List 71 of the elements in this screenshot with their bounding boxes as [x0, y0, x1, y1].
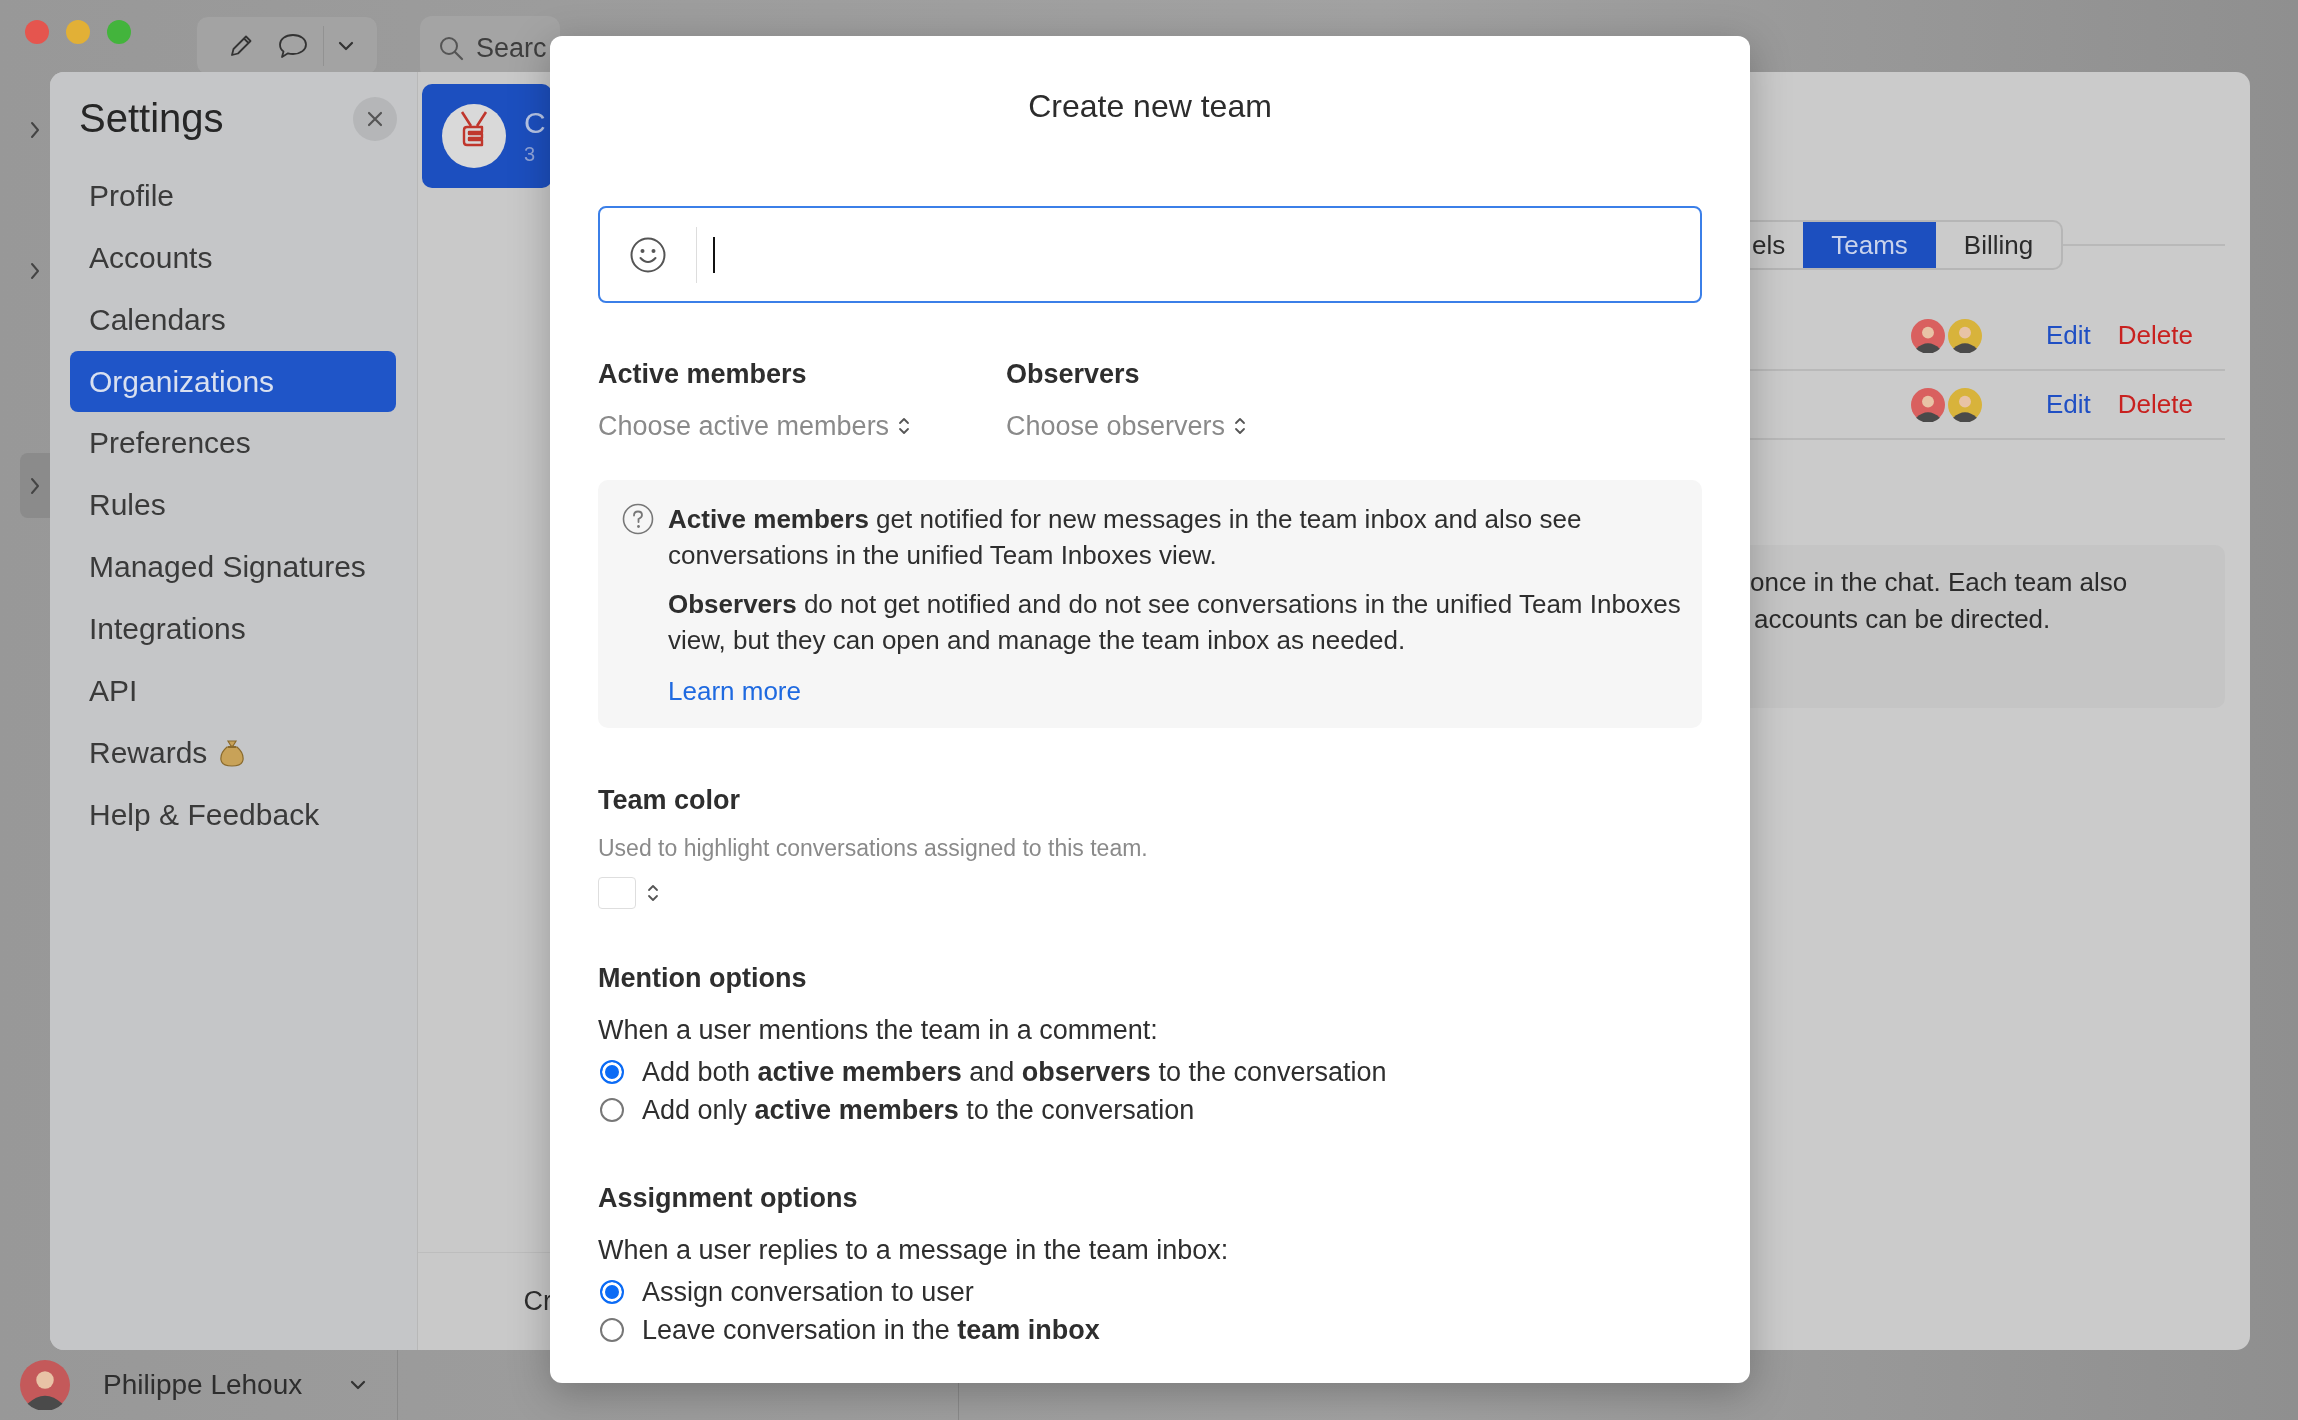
color-picker[interactable] [598, 877, 660, 909]
delete-link[interactable]: Delete [2117, 320, 2193, 351]
info-text: Active members get notified for new messages in the team inbox and also see conversations in the unified Team Inboxes view. [668, 503, 1583, 572]
settings-menu-item[interactable]: Rules [70, 474, 396, 536]
tab[interactable]: Teams [1803, 222, 1936, 268]
section-label: Observers [1006, 358, 1141, 391]
radio-button[interactable] [600, 1318, 624, 1342]
avatar [1911, 387, 1946, 422]
color-swatch [598, 877, 636, 909]
note-text: once in the chat. Each team also [1750, 566, 2129, 599]
note-text: accounts can be directed. [1753, 603, 2052, 636]
settings-menu-item[interactable]: Profile [70, 165, 396, 227]
dialog-title: Create new team [1027, 87, 1273, 126]
card-subtitle: 3 [524, 142, 537, 167]
info-text: Observers do not get notified and do not see conversations in the unified Team Inboxes view, but they can open and manage the team inbox as needed. [668, 588, 1682, 657]
radio-button[interactable] [600, 1060, 624, 1084]
chevron-right-icon [29, 475, 41, 496]
user-name: Philippe Lehoux [103, 1369, 303, 1401]
up-down-chevron-icon [1233, 416, 1248, 436]
close-button[interactable] [353, 96, 397, 141]
settings-menu-item[interactable]: Managed Signatures [70, 536, 396, 598]
settings-menu-item[interactable]: Help & Feedback [70, 784, 396, 846]
section-label: Assignment options [598, 1182, 859, 1215]
section-description: Used to highlight conversations assigned to this team. [598, 834, 1149, 863]
name-field[interactable] [598, 206, 1702, 303]
option-label: Leave conversation in the team inbox [642, 1314, 1100, 1347]
section-label: Active members [598, 358, 808, 391]
avatar [20, 1360, 70, 1410]
member-dropdown[interactable]: Choose observers [1006, 408, 1248, 444]
up-down-chevron-icon [646, 883, 660, 903]
smiley-icon [629, 235, 667, 274]
settings-menu-item[interactable]: Accounts [70, 227, 396, 289]
settings-menu-item[interactable]: Integrations [70, 598, 396, 660]
close-icon [366, 109, 384, 128]
list-card[interactable]: C 3 [422, 84, 552, 188]
emoji-button[interactable] [629, 235, 667, 274]
option-label: Assign conversation to user [642, 1276, 974, 1309]
delete-link[interactable]: Delete [2117, 389, 2193, 420]
radio-button[interactable] [600, 1098, 624, 1122]
option-label: Add only active members to the conversation [642, 1094, 1195, 1127]
tab[interactable]: els [1750, 222, 1804, 268]
avatar [1948, 387, 1983, 422]
search-icon [438, 35, 464, 61]
settings-title: Settings [79, 96, 224, 141]
section-prompt: When a user mentions the team in a comment: [598, 1014, 1159, 1047]
edit-link[interactable]: Edit [2046, 389, 2091, 420]
option-label: Add both active members and observers to the conversation [642, 1056, 1387, 1089]
settings-menu-item[interactable]: Preferences [70, 412, 396, 474]
settings-menu-item[interactable]: Organizations [70, 351, 396, 412]
member-dropdown[interactable]: Choose active members [598, 408, 912, 444]
text-cursor [713, 236, 715, 273]
up-down-chevron-icon [897, 416, 912, 436]
help-icon [622, 503, 654, 535]
section-prompt: When a user replies to a message in the team inbox: [598, 1234, 1230, 1267]
tab[interactable]: Billing [1935, 222, 2062, 268]
card-title: C [524, 105, 546, 141]
section-label: Mention options [598, 962, 808, 995]
chevron-right-icon [29, 120, 41, 140]
chevron-right-icon [29, 261, 41, 281]
badge-icon [442, 104, 506, 168]
settings-menu-item[interactable]: Rewards [70, 722, 396, 784]
settings-menu-item[interactable]: Calendars [70, 289, 396, 351]
avatar [1911, 318, 1946, 353]
learn-more-link[interactable]: Learn more [668, 673, 801, 709]
settings-menu-item[interactable]: API [70, 660, 396, 722]
radio-button[interactable] [600, 1280, 624, 1304]
section-label: Team color [598, 784, 742, 817]
avatar [1948, 318, 1983, 353]
edit-link[interactable]: Edit [2046, 320, 2091, 351]
footer-button[interactable]: Cr [523, 1286, 552, 1317]
money-bag-icon [219, 739, 246, 767]
